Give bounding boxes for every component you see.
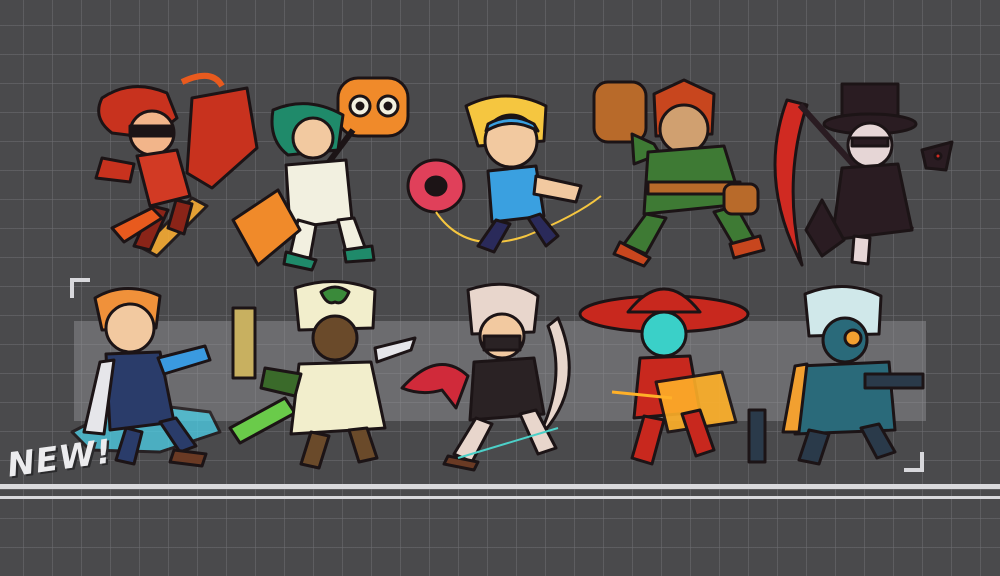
divider-line-top bbox=[0, 484, 1000, 489]
art-canvas: NEW! bbox=[0, 0, 1000, 576]
fighter-blonde-yoyo bbox=[406, 86, 606, 261]
fighter-top-hat-scythe bbox=[762, 80, 962, 270]
fighter-green-hair-hammer bbox=[228, 70, 428, 275]
fighter-masked-sickle bbox=[398, 278, 583, 473]
fighter-teal-gunner bbox=[745, 282, 930, 467]
fighter-white-hood-clover bbox=[225, 278, 420, 473]
fighter-green-armor-bruiser bbox=[584, 74, 774, 269]
fighter-red-hat-cowgirl bbox=[572, 272, 757, 477]
divider-line-bottom bbox=[0, 496, 1000, 499]
new-badge: NEW! bbox=[4, 431, 115, 500]
new-badge-text: NEW! bbox=[4, 431, 115, 485]
